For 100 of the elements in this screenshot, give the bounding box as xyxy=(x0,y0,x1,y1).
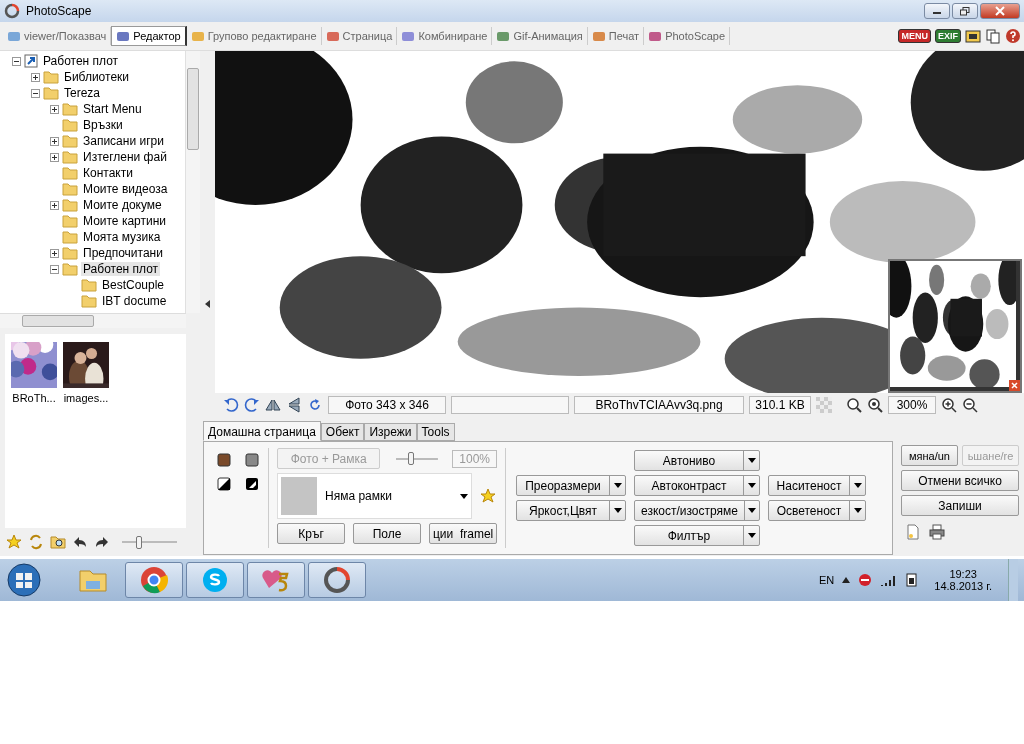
dropdown-arrow-icon xyxy=(747,483,756,488)
redo-icon[interactable] xyxy=(244,397,260,413)
start-button[interactable] xyxy=(6,562,42,598)
grayscale-icon[interactable] xyxy=(244,452,260,468)
scrollbar[interactable] xyxy=(0,313,186,329)
mode-tab[interactable]: Печат xyxy=(587,27,645,45)
print-icon[interactable] xyxy=(929,524,945,540)
tree-item[interactable]: Start Menu xyxy=(81,102,144,116)
clock-time[interactable]: 19:23 xyxy=(949,568,977,580)
taskbar-button[interactable] xyxy=(186,562,244,598)
history-button[interactable]: мяна/un xyxy=(901,445,958,466)
mode-tab[interactable]: PhotoScape xyxy=(644,27,731,45)
adjust-button[interactable]: Автониво xyxy=(634,450,760,471)
editor-tab[interactable]: Обект xyxy=(320,423,365,441)
editor-tab[interactable]: Домашна страница xyxy=(203,421,321,441)
thumbnail-caption[interactable]: images... xyxy=(63,392,109,405)
adjust-button[interactable]: Осветеност xyxy=(768,500,866,521)
taskbar-button[interactable] xyxy=(308,562,366,598)
expander-icon[interactable] xyxy=(50,136,59,146)
taskbar-button[interactable] xyxy=(125,562,183,598)
tree-item[interactable]: Работен плот xyxy=(41,54,121,68)
flip-vertical-icon[interactable] xyxy=(286,397,302,413)
zoom-fit-icon[interactable] xyxy=(846,397,862,413)
zoom-actual-icon[interactable] xyxy=(867,397,883,413)
dropdown-arrow-icon xyxy=(613,483,622,488)
frame-option-button[interactable]: Кръг xyxy=(277,523,345,544)
thumbnail-caption[interactable]: BRoTh... xyxy=(12,392,56,405)
tree-item[interactable]: Работен плот xyxy=(81,262,161,276)
undo-icon[interactable] xyxy=(223,397,239,413)
invert-icon[interactable] xyxy=(244,476,260,492)
frame-option-button[interactable]: Поле xyxy=(353,523,421,544)
contrast-icon[interactable] xyxy=(216,476,232,492)
new-document-icon[interactable] xyxy=(905,524,921,540)
adjust-button[interactable]: езкост/изостряме xyxy=(634,500,760,521)
frame-option-button[interactable]: ции framel xyxy=(429,523,497,544)
sepia-icon[interactable] xyxy=(216,452,232,468)
help-icon[interactable] xyxy=(1005,28,1021,44)
restore-button[interactable] xyxy=(952,3,978,19)
folder-search-icon[interactable] xyxy=(50,534,66,550)
tree-item[interactable]: IBT docume xyxy=(100,294,169,308)
toolbar-badge[interactable]: MENU xyxy=(898,29,931,43)
adjust-button[interactable]: Яркост,Цвят xyxy=(516,500,626,521)
tree-item[interactable]: Моите видеоза xyxy=(81,182,170,196)
taskbar-button[interactable] xyxy=(247,562,305,598)
show-hidden-icon[interactable] xyxy=(842,577,851,583)
star-icon[interactable] xyxy=(480,488,496,504)
mode-tab[interactable]: Групово редактиране xyxy=(186,27,322,45)
refresh-icon[interactable] xyxy=(28,534,44,550)
tree-item[interactable]: Изтеглени фай xyxy=(81,150,169,164)
checkerboard-icon[interactable] xyxy=(816,397,832,413)
action-button[interactable]: Запиши xyxy=(901,495,1019,516)
power-icon[interactable] xyxy=(904,572,919,588)
clock-date[interactable]: 14.8.2013 г. xyxy=(934,580,992,592)
expander-icon[interactable] xyxy=(12,56,21,66)
tree-item[interactable]: Tereza xyxy=(62,86,103,100)
tree-item[interactable]: Записани игри xyxy=(81,134,166,148)
tree-item[interactable]: Връзки xyxy=(81,118,125,132)
expander-icon[interactable] xyxy=(50,104,59,114)
adjust-button[interactable]: Автоконтраст xyxy=(634,475,760,496)
scrollbar[interactable] xyxy=(185,51,200,314)
minimize-button[interactable] xyxy=(924,3,950,19)
expander-icon[interactable] xyxy=(31,72,40,82)
editor-tab[interactable]: Tools xyxy=(416,423,455,441)
film-icon[interactable] xyxy=(965,28,981,44)
expander-icon[interactable] xyxy=(50,200,59,210)
copy-icon[interactable] xyxy=(985,28,1001,44)
expander-icon[interactable] xyxy=(50,264,59,274)
status-icon[interactable] xyxy=(858,573,873,587)
signal-icon[interactable] xyxy=(880,574,897,586)
forward-icon[interactable] xyxy=(94,534,110,550)
folder-icon xyxy=(78,567,108,593)
expander-icon[interactable] xyxy=(31,88,40,98)
star-icon[interactable] xyxy=(6,534,22,550)
editor-tab[interactable]: Изрежи xyxy=(364,423,417,441)
tree-item[interactable]: Моите докуме xyxy=(81,198,164,212)
tree-item[interactable]: BestCouple xyxy=(100,278,167,292)
expander-icon[interactable] xyxy=(50,248,59,258)
adjust-button[interactable]: Наситеност xyxy=(768,475,866,496)
frame-dropdown[interactable]: Няма рамки xyxy=(277,473,472,519)
expander-icon[interactable] xyxy=(50,152,59,162)
tree-item[interactable]: Контакти xyxy=(81,166,135,180)
flip-horizontal-icon[interactable] xyxy=(265,397,281,413)
tree-item[interactable]: Предпочитани xyxy=(81,246,165,260)
mode-tab[interactable]: Комбиниране xyxy=(397,27,493,45)
language-indicator[interactable]: EN xyxy=(819,574,835,586)
adjust-button[interactable]: Преоразмери xyxy=(516,475,626,496)
toolbar-badge[interactable]: EXIF xyxy=(935,29,961,43)
mode-tab[interactable]: Gif-Анимация xyxy=(492,27,588,45)
tree-item[interactable]: Моята музика xyxy=(81,230,163,244)
rotate-icon[interactable] xyxy=(307,397,323,413)
collapse-arrow-icon[interactable] xyxy=(205,299,210,308)
mode-tab[interactable]: Страница xyxy=(321,27,398,45)
action-button[interactable]: Отмени всичко xyxy=(901,470,1019,491)
tree-item[interactable]: Моите картини xyxy=(81,214,168,228)
zoom-in-icon[interactable] xyxy=(941,397,957,413)
close-button[interactable] xyxy=(980,3,1020,19)
mode-tab[interactable]: Редактор xyxy=(111,26,187,46)
zoom-out-icon[interactable] xyxy=(962,397,978,413)
tree-item[interactable]: Библиотеки xyxy=(62,70,131,84)
adjust-button[interactable]: Филтър xyxy=(634,525,760,546)
